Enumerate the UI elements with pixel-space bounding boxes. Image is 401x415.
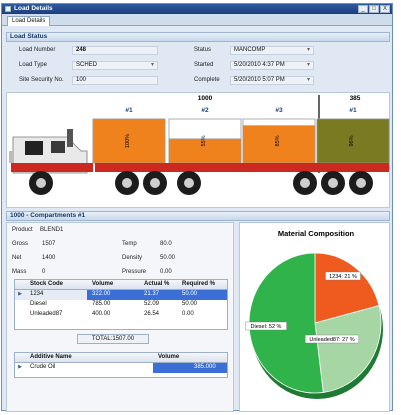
cell-volume: 322.00 xyxy=(92,291,111,297)
table-row[interactable]: ▶ 1234 322.00 21.37 50.00 xyxy=(15,290,227,300)
pie-slice-label: Unleaded87: 27 % xyxy=(304,334,359,344)
svg-text:Diesel: 52 %: Diesel: 52 % xyxy=(251,324,282,330)
title-bar: Load Details _ □ X xyxy=(2,4,392,14)
maximize-icon[interactable]: □ xyxy=(369,5,379,13)
started-field[interactable]: 5/20/2010 4:37 PM xyxy=(230,61,314,70)
compartment-pct: 96% xyxy=(349,135,355,146)
complete-label: Complete xyxy=(194,77,220,83)
col-additive-volume[interactable]: Volume xyxy=(155,353,179,362)
density-label: Density xyxy=(122,255,143,261)
cell-required-pct: 50.00 xyxy=(182,291,198,297)
table-row[interactable]: ▶ Crude Oil 385.000 xyxy=(15,363,227,373)
load-status-header: Load Status xyxy=(6,32,390,42)
compartment-pct: 55% xyxy=(201,135,207,146)
truck-cab xyxy=(9,129,93,174)
cell-additive-name: Crude Oil xyxy=(30,364,56,370)
truck-graphic: 1000 385 #1 #2 #3 #1 100% 55% 85% 96% xyxy=(9,95,390,195)
compartment-pct: 85% xyxy=(275,135,281,146)
capacity-left: 1000 xyxy=(198,95,213,102)
close-icon[interactable]: X xyxy=(380,5,390,13)
compartment-header: 1000 - Compartments #1 xyxy=(6,211,390,221)
compartment-label[interactable]: #1 xyxy=(349,107,357,114)
mass-value: 0 xyxy=(42,269,46,275)
trailer-frame xyxy=(95,163,389,172)
pressure-value: 0.00 xyxy=(160,269,172,275)
compartment-2[interactable]: 55% xyxy=(168,118,242,164)
table-row[interactable]: Diesel 785.00 52.09 50.00 xyxy=(15,300,227,310)
net-value: 1400 xyxy=(42,255,56,261)
tab-bar: Load Details xyxy=(2,14,392,26)
total-volume: TOTAL:1507.00 xyxy=(77,334,149,344)
row-selector-icon: ▶ xyxy=(18,364,22,370)
table-row[interactable]: Unleaded87 400.00 26.54 0.00 xyxy=(15,310,227,320)
gross-value: 1507 xyxy=(42,241,56,247)
compartment-1[interactable]: 100% xyxy=(92,118,166,164)
stock-table-header: Stock Code Volume Actual % Required % xyxy=(15,280,227,290)
load-number-label: Load Number xyxy=(19,47,56,53)
status-label: Status xyxy=(194,47,212,53)
svg-text:1234: 21 %: 1234: 21 % xyxy=(329,274,357,280)
product-value: BLEND1 xyxy=(40,227,64,233)
complete-field[interactable]: 5/20/2010 5:07 PM xyxy=(230,76,314,85)
mass-label: Mass xyxy=(12,269,27,275)
cell-volume: 400.00 xyxy=(92,311,111,317)
col-volume[interactable]: Volume xyxy=(89,280,113,289)
load-type-select[interactable]: SCHED xyxy=(72,61,158,70)
row-selector-icon: ▶ xyxy=(18,291,22,297)
pie-slice-label: 1234: 21 % xyxy=(325,271,361,281)
net-label: Net xyxy=(12,255,22,261)
additive-table: Additive Name Volume ▶ Crude Oil 385.000 xyxy=(14,352,228,378)
cell-actual-pct: 52.09 xyxy=(144,301,160,307)
cell-required-pct: 0.00 xyxy=(182,311,194,317)
compartment-pct: 100% xyxy=(125,134,131,148)
col-required-pct[interactable]: Required % xyxy=(179,280,215,289)
temp-value: 80.0 xyxy=(160,241,172,247)
cell-actual-pct: 26.54 xyxy=(144,311,160,317)
material-composition-panel: Material Composition 1234: 21 % Unleaded8… xyxy=(239,222,390,412)
density-value: 50.00 xyxy=(160,255,176,261)
cell-actual-pct: 21.37 xyxy=(144,291,160,297)
compartment-4[interactable]: 96% xyxy=(316,118,390,164)
capacity-right: 385 xyxy=(350,95,361,102)
minimize-icon[interactable]: _ xyxy=(358,5,368,13)
col-stock-code[interactable]: Stock Code xyxy=(27,280,63,289)
temp-label: Temp xyxy=(122,241,137,247)
chart-title: Material Composition xyxy=(278,229,355,238)
load-number-field[interactable]: 248 xyxy=(72,46,158,55)
col-additive-name[interactable]: Additive Name xyxy=(27,353,72,362)
app-icon xyxy=(5,6,11,12)
svg-text:Unleaded87: 27 %: Unleaded87: 27 % xyxy=(309,337,354,343)
compartment-3[interactable]: 85% xyxy=(242,118,316,164)
load-type-label: Load Type xyxy=(19,62,47,68)
pie-slice-label: Diesel: 52 % xyxy=(245,321,287,331)
compartment-label[interactable]: #2 xyxy=(201,107,209,114)
stock-table: Stock Code Volume Actual % Required % ▶ … xyxy=(14,279,228,330)
cell-stock-code: Unleaded87 xyxy=(30,311,63,317)
site-security-label: Site Security No. xyxy=(19,77,64,83)
window-title: Load Details xyxy=(14,5,53,12)
load-details-window: Load Details _ □ X Load Details Load Sta… xyxy=(1,3,393,412)
truck-panel: 1000 385 #1 #2 #3 #1 100% 55% 85% 96% xyxy=(6,92,390,208)
cell-volume: 785.00 xyxy=(92,301,111,307)
additive-table-header: Additive Name Volume xyxy=(15,353,227,363)
pressure-label: Pressure xyxy=(122,269,147,275)
col-actual-pct[interactable]: Actual % xyxy=(141,280,169,289)
compartment-label[interactable]: #3 xyxy=(275,107,283,114)
tab-load-details[interactable]: Load Details xyxy=(7,16,51,26)
gross-label: Gross xyxy=(12,241,29,247)
started-label: Started xyxy=(194,62,214,68)
product-label: Product xyxy=(12,227,33,233)
cell-stock-code: Diesel xyxy=(30,301,47,307)
compartment-label[interactable]: #1 xyxy=(125,107,133,114)
site-security-field[interactable]: 100 xyxy=(72,76,158,85)
status-select[interactable]: MANCOMP xyxy=(230,46,314,55)
cell-stock-code: 1234 xyxy=(30,291,44,297)
material-composition-chart: Material Composition 1234: 21 % Unleaded8… xyxy=(245,229,383,399)
cell-required-pct: 50.00 xyxy=(182,301,198,307)
wheels xyxy=(29,171,373,195)
cell-additive-volume: 385.000 xyxy=(194,364,216,370)
